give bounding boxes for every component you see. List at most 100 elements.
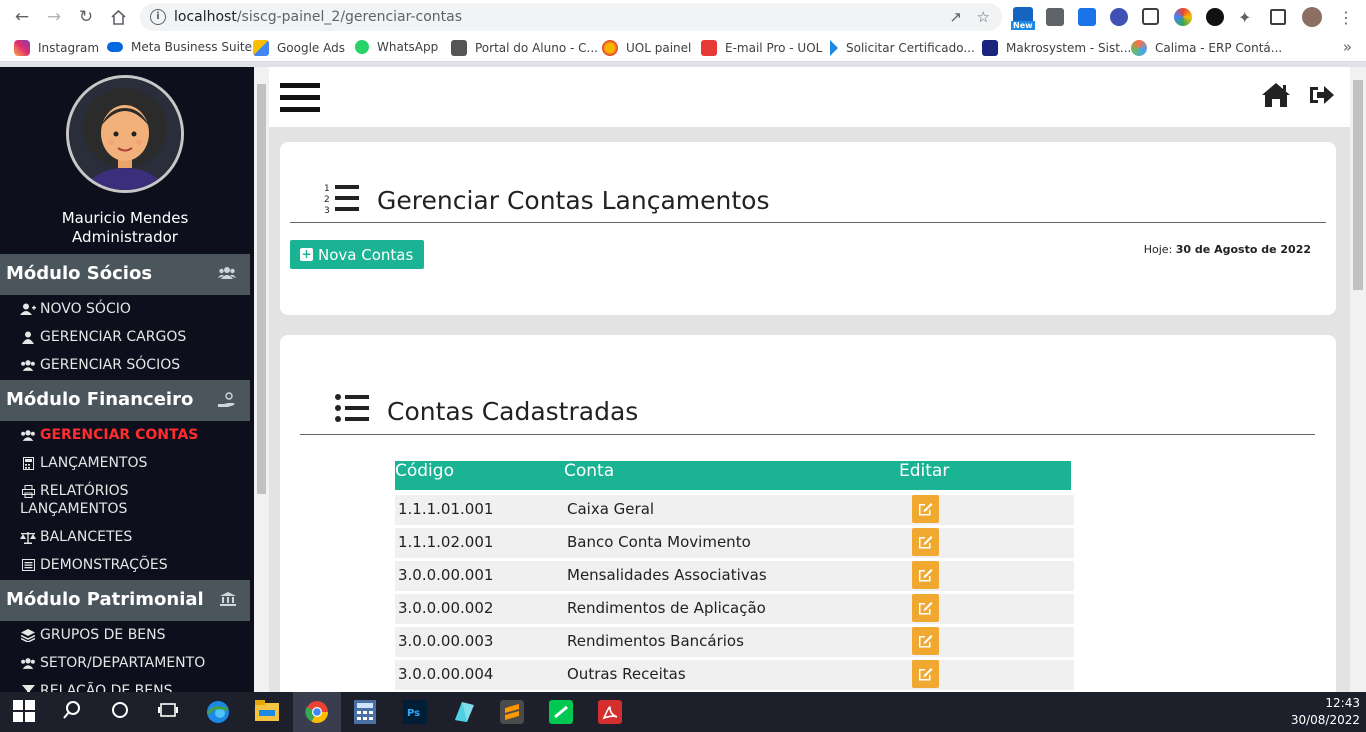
chrome-icon[interactable] xyxy=(305,700,329,724)
menu-demonstracoes[interactable]: DEMONSTRAÇÕES xyxy=(20,557,168,573)
extensions-puzzle-icon[interactable]: ✦ xyxy=(1238,8,1256,27)
site-info-icon[interactable]: i xyxy=(150,9,166,25)
section-title: Contas Cadastradas xyxy=(387,397,639,426)
menu-label: GERENCIAR CARGOS xyxy=(40,329,187,345)
bookmark-meta[interactable]: Meta Business Suite xyxy=(107,40,252,54)
bookmark-certificado[interactable]: Solicitar Certificado... xyxy=(830,40,975,56)
bookmark-google-ads[interactable]: Google Ads xyxy=(253,40,345,56)
search-icon[interactable] xyxy=(62,700,86,724)
menu-setor-departamento[interactable]: SETOR/DEPARTAMENTO xyxy=(20,655,205,671)
sidepanel-icon[interactable] xyxy=(1270,9,1286,25)
edit-icon xyxy=(919,635,933,648)
browser-toolbar: ← → ↻ i localhost/siscg-painel_2/gerenci… xyxy=(0,0,1366,34)
task-view-icon[interactable] xyxy=(158,700,182,724)
menu-label: RELATÓRIOS xyxy=(40,483,129,499)
back-icon[interactable]: ← xyxy=(10,5,34,29)
profile-avatar-icon[interactable] xyxy=(1302,7,1322,27)
edit-button[interactable] xyxy=(912,495,939,523)
cell-conta: Caixa Geral xyxy=(567,500,655,518)
new-extension-icon[interactable]: New xyxy=(1011,7,1035,30)
bookmark-uol-painel[interactable]: UOL painel xyxy=(602,40,691,56)
module-title: Módulo Financeiro xyxy=(6,389,194,410)
green-app-icon[interactable] xyxy=(549,700,573,724)
home-browser-icon[interactable] xyxy=(106,5,130,29)
acrobat-icon[interactable] xyxy=(598,700,622,724)
app-crystal-icon[interactable] xyxy=(452,700,476,724)
module-socios-header[interactable]: Módulo Sócios xyxy=(0,254,250,295)
system-clock[interactable]: 12:43 30/08/2022 xyxy=(1291,695,1360,729)
sublime-text-icon[interactable] xyxy=(500,700,524,724)
address-bar[interactable]: i localhost/siscg-painel_2/gerenciar-con… xyxy=(140,3,1002,31)
sidebar-scroll-thumb[interactable] xyxy=(257,84,266,494)
bookmark-email-uol[interactable]: E-mail Pro - UOL xyxy=(701,40,822,56)
share-icon[interactable]: ↗ xyxy=(949,8,962,26)
uol-icon xyxy=(602,40,618,56)
cell-codigo: 3.0.0.00.001 xyxy=(398,566,494,584)
menu-gerenciar-socios[interactable]: GERENCIAR SÓCIOS xyxy=(20,357,180,373)
forward-icon[interactable]: → xyxy=(42,5,66,29)
bookmark-calima[interactable]: Calima - ERP Contá... xyxy=(1131,40,1282,56)
table-row: 3.0.0.00.002 Rendimentos de Aplicação xyxy=(395,594,1074,624)
bookmark-label: E-mail Pro - UOL xyxy=(725,41,823,55)
whatsapp-icon xyxy=(355,40,369,54)
logout-icon[interactable] xyxy=(1307,81,1337,111)
menu-relacao-de-bens[interactable]: RELAÇÃO DE BENS xyxy=(20,683,173,692)
module-patrimonial-header[interactable]: Módulo Patrimonial xyxy=(0,580,250,621)
bookmark-instagram[interactable]: Instagram xyxy=(14,40,99,56)
edge-icon[interactable] xyxy=(206,700,230,724)
users-icon xyxy=(218,266,236,284)
menu-toggle-icon[interactable] xyxy=(280,83,320,113)
menu-balancetes[interactable]: BALANCETES xyxy=(20,529,132,545)
cell-conta: Rendimentos Bancários xyxy=(567,632,744,650)
screenshot-extension-icon[interactable] xyxy=(1142,8,1159,25)
edit-button[interactable] xyxy=(912,627,939,655)
menu-relatorios-lancamentos[interactable]: RELATÓRIOS LANÇAMENTOS xyxy=(20,483,129,517)
bookmark-portal-aluno[interactable]: Portal do Aluno - C... xyxy=(451,40,598,56)
meta-icon xyxy=(107,42,123,52)
menu-novo-socio[interactable]: NOVO SÓCIO xyxy=(20,301,131,317)
module-financeiro-header[interactable]: Módulo Financeiro xyxy=(0,380,250,421)
edit-button[interactable] xyxy=(912,660,939,688)
bookmarks-bar: Instagram Meta Business Suite Google Ads… xyxy=(0,34,1366,62)
file-explorer-icon[interactable] xyxy=(255,700,279,724)
calculator-icon xyxy=(20,456,36,470)
clock-date: 30/08/2022 xyxy=(1290,713,1360,727)
home-icon[interactable] xyxy=(1261,81,1291,111)
reload-icon[interactable]: ↻ xyxy=(74,5,98,29)
cortana-icon[interactable] xyxy=(110,700,134,724)
users-icon xyxy=(20,428,36,442)
menu-lancamentos[interactable]: LANÇAMENTOS xyxy=(20,455,147,471)
extension-gear-icon[interactable] xyxy=(1110,8,1128,26)
nova-contas-button[interactable]: + Nova Contas xyxy=(290,240,424,269)
edit-button[interactable] xyxy=(912,528,939,556)
main-scroll-thumb[interactable] xyxy=(1353,80,1363,290)
cell-conta: Mensalidades Associativas xyxy=(567,566,767,584)
photoshop-icon[interactable]: Ps xyxy=(403,700,427,724)
menu-label: GRUPOS DE BENS xyxy=(40,627,166,643)
menu-gerenciar-contas[interactable]: GERENCIAR CONTAS xyxy=(20,427,198,443)
color-extension-icon[interactable] xyxy=(1174,8,1192,26)
top-bar xyxy=(269,67,1350,127)
bookmark-makrosystem[interactable]: Makrosystem - Sist... xyxy=(982,40,1131,56)
edit-button[interactable] xyxy=(912,561,939,589)
extension-blue-icon[interactable] xyxy=(1078,8,1096,26)
today-date: Hoje: 30 de Agosto de 2022 xyxy=(1144,243,1311,256)
calculator-app-icon[interactable] xyxy=(354,700,378,724)
windows-start-icon[interactable] xyxy=(13,700,37,724)
extension-dark-icon[interactable] xyxy=(1206,8,1224,26)
email-uol-icon xyxy=(701,40,717,56)
bookmark-whatsapp[interactable]: WhatsApp xyxy=(355,40,438,54)
cell-codigo: 1.1.1.02.001 xyxy=(398,533,494,551)
devtools-extension-icon[interactable] xyxy=(1046,8,1064,26)
bookmark-label: UOL painel xyxy=(626,41,692,55)
cell-codigo: 1.1.1.01.001 xyxy=(398,500,494,518)
user-name: Mauricio Mendes xyxy=(61,209,189,227)
menu-grupos-de-bens[interactable]: GRUPOS DE BENS xyxy=(20,627,166,643)
bookmark-star-icon[interactable]: ☆ xyxy=(977,8,990,26)
module-title: Módulo Patrimonial xyxy=(6,589,204,610)
edit-icon xyxy=(919,569,933,582)
browser-menu-icon[interactable]: ⋮ xyxy=(1334,5,1358,29)
menu-gerenciar-cargos[interactable]: GERENCIAR CARGOS xyxy=(20,329,186,345)
edit-button[interactable] xyxy=(912,594,939,622)
bookmarks-overflow-icon[interactable]: » xyxy=(1343,38,1352,56)
